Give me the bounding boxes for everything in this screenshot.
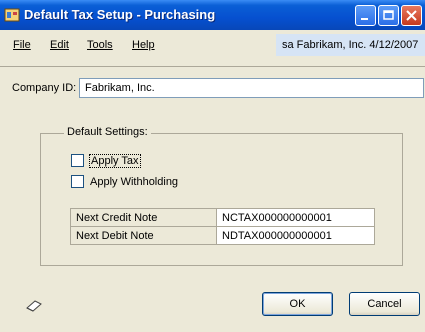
next-credit-note-field[interactable]: NCTAX000000000001 — [216, 208, 375, 227]
table-row: Next Debit Note NDTAX000000000001 — [70, 226, 375, 245]
menu-edit-label: Edit — [50, 39, 69, 51]
note-icon[interactable] — [26, 300, 42, 312]
close-icon — [406, 10, 417, 21]
next-debit-note-label: Next Debit Note — [70, 226, 217, 245]
next-number-table: Next Credit Note NCTAX000000000001 Next … — [70, 208, 375, 245]
table-row: Next Credit Note NCTAX000000000001 — [70, 208, 375, 227]
title-bar[interactable]: Default Tax Setup - Purchasing — [0, 0, 425, 30]
ok-button-label: OK — [289, 298, 306, 310]
cancel-button[interactable]: Cancel — [349, 292, 420, 316]
cancel-button-label: Cancel — [367, 298, 402, 310]
default-settings-group — [40, 133, 403, 266]
menu-tools-label: Tools — [87, 39, 113, 51]
default-settings-title: Default Settings: — [64, 126, 151, 138]
user-info: sa Fabrikam, Inc. 4/12/2007 — [276, 34, 425, 56]
maximize-button[interactable] — [378, 5, 399, 26]
dialog-window: Default Tax Setup - Purchasing File Edit… — [0, 0, 425, 332]
close-button[interactable] — [401, 5, 422, 26]
minimize-button[interactable] — [355, 5, 376, 26]
menu-help[interactable]: Help — [132, 39, 155, 51]
menu-file[interactable]: File — [13, 39, 31, 51]
apply-withholding-option[interactable]: Apply Withholding — [71, 175, 178, 188]
menu-file-label: File — [13, 39, 31, 51]
company-id-field[interactable]: Fabrikam, Inc. — [79, 78, 424, 98]
menu-edit[interactable]: Edit — [50, 39, 69, 51]
app-icon — [4, 8, 20, 22]
next-credit-note-label: Next Credit Note — [70, 208, 217, 227]
next-debit-note-field[interactable]: NDTAX000000000001 — [216, 226, 375, 245]
ok-button[interactable]: OK — [262, 292, 333, 316]
menu-tools[interactable]: Tools — [87, 39, 113, 51]
window-title: Default Tax Setup - Purchasing — [24, 7, 216, 22]
apply-tax-checkbox[interactable] — [71, 154, 84, 167]
maximize-icon — [383, 10, 394, 20]
minimize-icon — [361, 18, 368, 20]
company-id-label: Company ID: — [12, 82, 77, 94]
apply-withholding-checkbox[interactable] — [71, 175, 84, 188]
apply-tax-option[interactable]: Apply Tax — [71, 153, 141, 168]
separator — [0, 66, 425, 67]
apply-withholding-label: Apply Withholding — [90, 175, 179, 188]
apply-tax-label: Apply Tax — [89, 153, 141, 168]
menu-help-label: Help — [132, 39, 155, 51]
